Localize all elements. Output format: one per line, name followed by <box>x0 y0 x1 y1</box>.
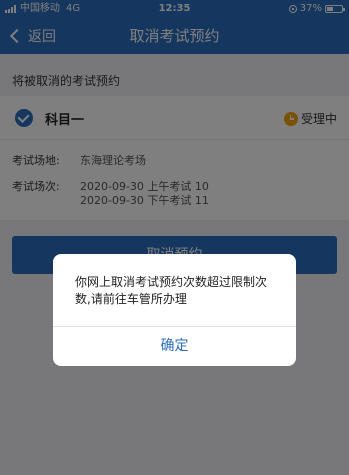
modal-overlay <box>0 0 349 475</box>
dialog-message: 你网上取消考试预约次数超过限制次数,请前往车管所办理 <box>75 275 268 306</box>
alert-dialog: 你网上取消考试预约次数超过限制次数,请前往车管所办理 确定 <box>53 254 296 366</box>
confirm-button[interactable]: 确定 <box>53 327 296 366</box>
